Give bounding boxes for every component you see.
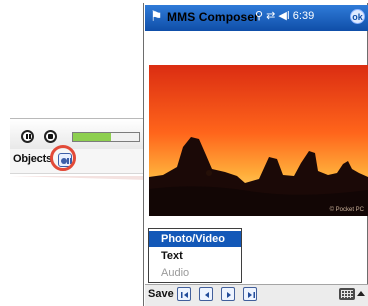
playback-progress-fill [73,133,111,141]
photo-credit-mark: © Pocket PC [329,207,364,213]
keyboard-key-grid [341,290,353,298]
menu-item-audio-label: Audio [161,267,190,279]
next-slide-button[interactable] [221,287,235,301]
pause-button[interactable] [21,130,34,143]
clock-time: 6:39 [292,10,315,22]
previous-icon [205,292,209,298]
stop-button[interactable] [44,130,57,143]
menu-item-text-label: Text [161,250,183,262]
menu-item-photo-video-label: Photo/Video [161,233,225,245]
app-title: MMS Composer [167,10,259,24]
volume-icon: ◀ǀ [278,10,290,22]
preview-photo: © Pocket PC [149,65,368,216]
last-icon [248,292,255,298]
next-icon [227,292,231,298]
status-indicators: ⚲ ⇄ ◀ǀ 6:39 [255,9,314,22]
first-icon [181,292,188,298]
last-slide-button[interactable] [243,287,257,301]
ok-button[interactable]: ok [350,9,365,24]
sunset-silhouette-image [149,65,368,216]
objects-label: Objects [13,153,52,165]
highlight-ring [50,145,76,171]
sync-icon: ⇄ [266,10,276,22]
start-menu-icon[interactable]: ⚑ [150,9,164,23]
input-arrow-icon[interactable] [357,291,365,296]
menu-item-photo-video[interactable]: Photo/Video [149,231,241,247]
insert-object-menu: Photo/Video Text Audio [148,228,242,283]
previous-slide-button[interactable] [199,287,213,301]
first-slide-button[interactable] [177,287,191,301]
menu-item-text[interactable]: Text [149,248,241,264]
save-button[interactable]: Save [148,288,174,300]
menu-item-audio: Audio [149,265,241,281]
connectivity-icon: ⚲ [255,10,264,22]
